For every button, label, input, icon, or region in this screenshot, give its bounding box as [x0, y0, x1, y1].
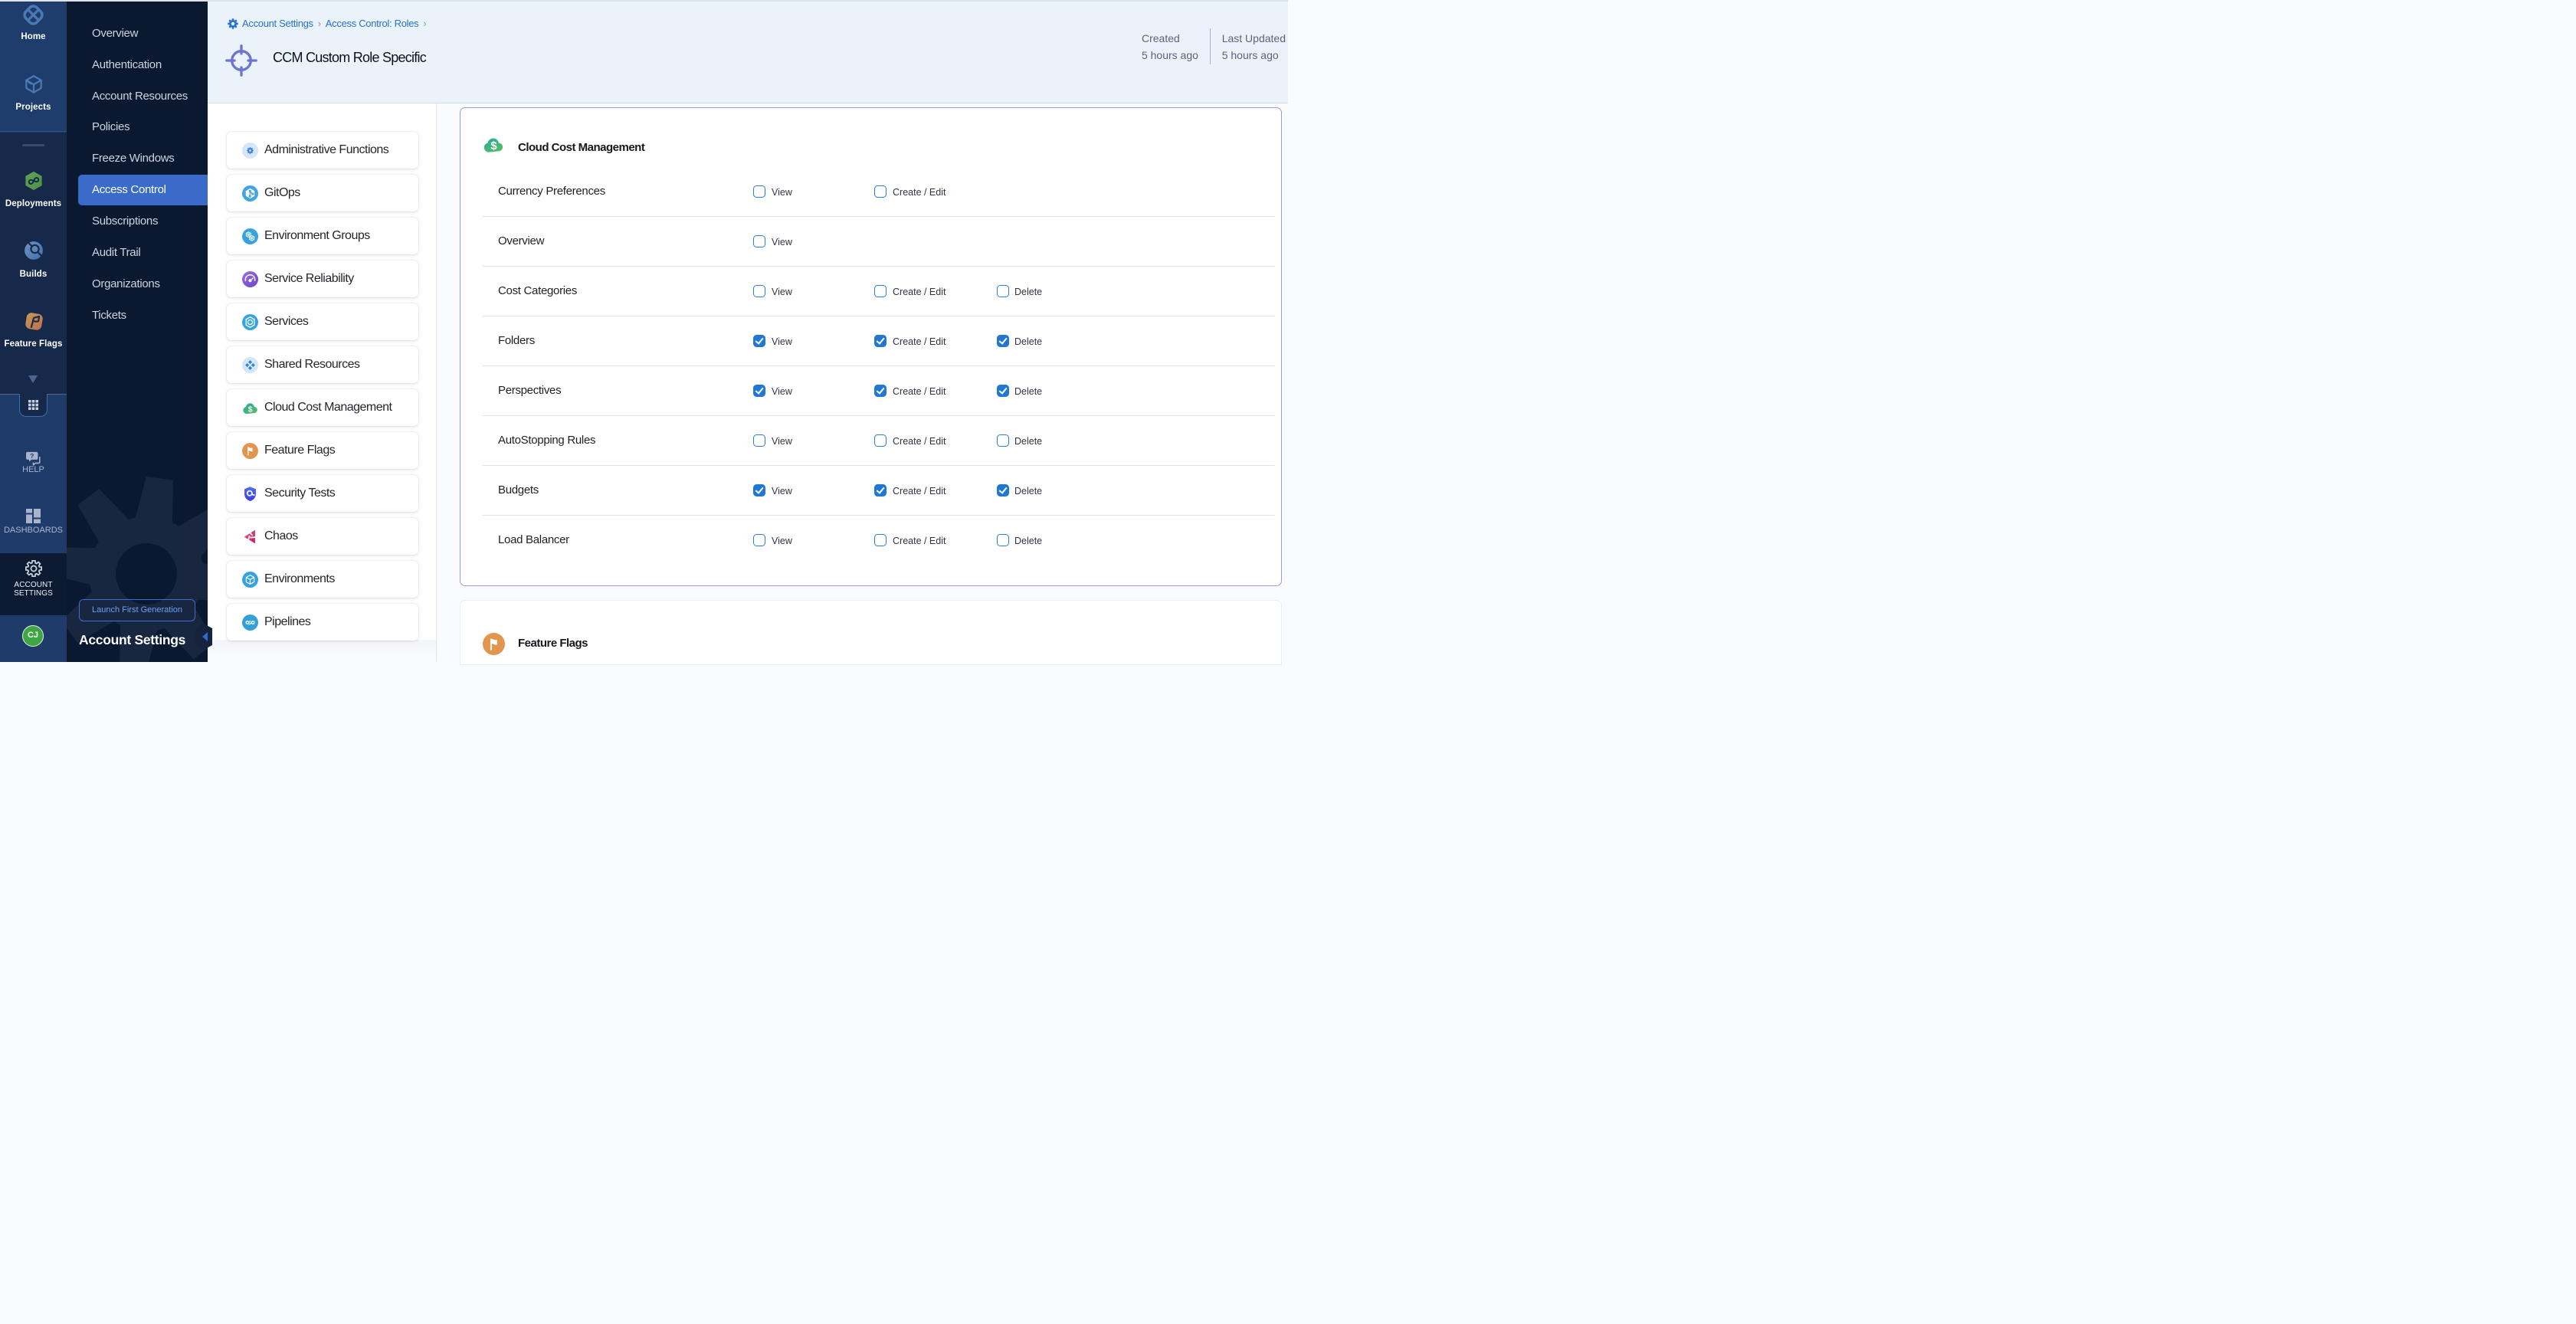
- svg-text:$: $: [248, 405, 253, 414]
- svg-text:$: $: [490, 139, 497, 152]
- svg-text:?: ?: [30, 452, 34, 460]
